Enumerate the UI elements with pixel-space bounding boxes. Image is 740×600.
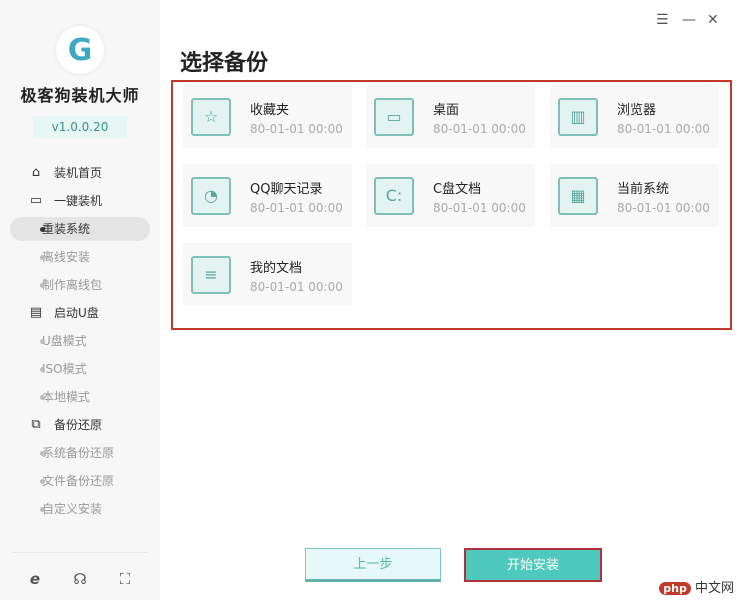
bullet-icon [40,507,45,512]
sidebar-item-label: 重装系统 [42,222,91,236]
sidebar-item[interactable]: 重装系统 [10,217,150,241]
backup-item-time: 80-01-01 00:00 [250,201,343,215]
backup-item-icon: ◔ [191,177,231,215]
backup-item[interactable]: ◔ QQ聊天记录 80-01-01 00:00 [183,164,352,227]
backup-item-time: 80-01-01 00:00 [433,122,526,136]
sidebar-item[interactable]: ISO模式 [10,357,150,381]
version-badge: v1.0.0.20 [33,116,127,138]
app-logo: G [56,26,104,74]
backup-item[interactable]: C: C盘文档 80-01-01 00:00 [366,164,535,227]
home-icon: ⌂ [31,165,41,180]
sidebar-item-label: 一键装机 [54,194,103,208]
sidebar-item[interactable]: 文件备份还原 [10,469,150,493]
monitor-icon: ▭ [29,193,43,208]
sidebar: G 极客狗装机大师 v1.0.0.20 ⌂ 装机首页 ▭ 一键装机重装系统离线安装制作… [0,0,160,600]
backup-item-icon: ▥ [558,98,598,136]
backup-item[interactable]: ▦ 当前系统 80-01-01 00:00 [550,164,719,227]
browser-icon[interactable]: e [25,570,45,588]
sidebar-item[interactable]: ⧉ 备份还原 [10,413,150,437]
backup-item-name: 我的文档 [250,261,303,276]
sidebar-item[interactable]: ⌂ 装机首页 [10,161,150,185]
backup-item[interactable]: ▥ 浏览器 80-01-01 00:00 [550,85,719,148]
bullet-icon [40,227,45,232]
backup-item-icon: ▭ [374,98,414,136]
sidebar-item-label: 自定义安装 [42,502,103,516]
close-icon[interactable]: ✕ [707,12,719,28]
watermark: php 中文网 [659,577,734,596]
minimize-icon[interactable]: — [682,12,696,28]
app-name: 极客狗装机大师 [20,86,140,105]
sidebar-item[interactable]: 系统备份还原 [10,441,150,465]
sidebar-item[interactable]: ▭ 一键装机 [10,189,150,213]
bullet-icon [40,283,45,288]
backup-item-time: 80-01-01 00:00 [617,201,710,215]
divider [12,552,148,553]
sidebar-item-label: 制作离线包 [42,278,103,292]
bullet-icon [40,339,45,344]
page-title: 选择备份 [180,51,269,76]
bullet-icon [40,367,45,372]
bullet-icon [40,451,45,456]
backup-item-name: C盘文档 [433,182,482,197]
usb-icon: ▤ [29,305,43,320]
backup-item-icon: ☆ [191,98,231,136]
backup-item-icon: ≡ [191,256,231,294]
sidebar-item[interactable]: 制作离线包 [10,273,150,297]
start-install-button[interactable]: 开始安装 [464,548,602,582]
sidebar-item[interactable]: ▤ 启动U盘 [10,301,150,325]
backup-item[interactable]: ☆ 收藏夹 80-01-01 00:00 [183,85,352,148]
backup-item[interactable]: ▭ 桌面 80-01-01 00:00 [366,85,535,148]
menu-icon[interactable]: ☰ [656,12,669,28]
bullet-icon [40,255,45,260]
sidebar-item[interactable]: 自定义安装 [10,497,150,521]
backup-item[interactable]: ≡ 我的文档 80-01-01 00:00 [183,243,352,306]
sidebar-item-label: U盘模式 [42,334,87,348]
backup-item-icon: ▦ [558,177,598,215]
sidebar-item-label: ISO模式 [42,362,87,376]
backup-item-name: QQ聊天记录 [250,182,323,197]
sidebar-item-label: 系统备份还原 [42,446,115,460]
backup-item-name: 桌面 [433,103,460,118]
sidebar-item-label: 文件备份还原 [42,474,115,488]
headset-icon[interactable]: ☊ [70,570,90,588]
sidebar-item-label: 装机首页 [54,166,103,180]
sidebar-item[interactable]: 本地模式 [10,385,150,409]
backup-item-name: 当前系统 [617,182,670,197]
prev-step-button[interactable]: 上一步 [305,548,441,582]
sidebar-item-label: 本地模式 [42,390,91,404]
backup-item-name: 收藏夹 [250,103,290,118]
sidebar-item[interactable]: U盘模式 [10,329,150,353]
backup-item-name: 浏览器 [617,103,657,118]
backup-item-time: 80-01-01 00:00 [433,201,526,215]
bullet-icon [40,395,45,400]
backup-item-time: 80-01-01 00:00 [250,280,343,294]
backup-icon: ⧉ [31,417,41,432]
backup-item-icon: C: [374,177,414,215]
bullet-icon [40,479,45,484]
sidebar-item-label: 离线安装 [42,250,91,264]
backup-item-time: 80-01-01 00:00 [617,122,710,136]
sidebar-item[interactable]: 离线安装 [10,245,150,269]
backup-item-time: 80-01-01 00:00 [250,122,343,136]
fullscreen-icon[interactable]: ⛶ [115,570,135,588]
sidebar-item-label: 启动U盘 [54,306,99,320]
sidebar-item-label: 备份还原 [54,418,103,432]
